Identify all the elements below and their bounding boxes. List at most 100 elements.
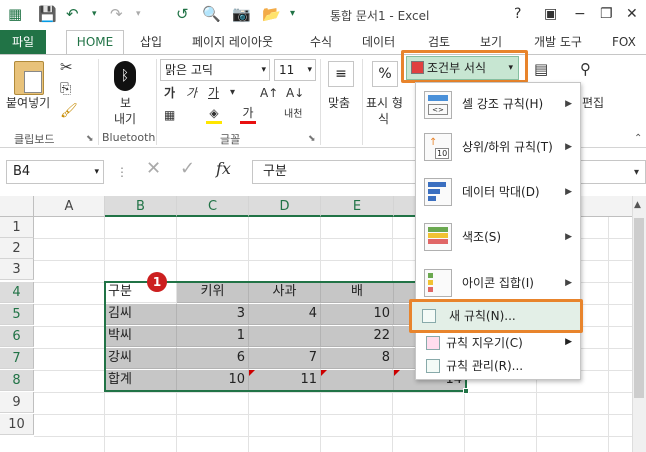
help-button[interactable]: ? bbox=[514, 4, 521, 24]
column-header[interactable]: D bbox=[249, 196, 321, 217]
italic-button[interactable]: 가 bbox=[186, 85, 197, 101]
undo-dropdown-icon[interactable]: ▾ bbox=[92, 4, 97, 24]
percent-button[interactable]: % bbox=[372, 61, 398, 87]
scrollbar-thumb[interactable] bbox=[634, 218, 644, 398]
print-preview-icon[interactable]: 🔍 bbox=[202, 4, 221, 24]
fill-color-icon[interactable]: ◈ bbox=[206, 105, 222, 124]
menu-item-data-bars[interactable]: 데이터 막대(D) ▶ bbox=[416, 173, 580, 211]
scroll-up-icon[interactable]: ▲ bbox=[634, 200, 641, 210]
row-header[interactable]: 8 bbox=[0, 370, 34, 391]
row-header[interactable]: 9 bbox=[0, 392, 34, 413]
row-header[interactable]: 3 bbox=[0, 259, 34, 280]
chevron-right-icon: ▶ bbox=[565, 142, 572, 152]
font-group-label: 글꼴 bbox=[220, 133, 241, 146]
close-button[interactable]: ✕ bbox=[626, 4, 638, 24]
number-format-label-2[interactable]: 식 bbox=[378, 111, 389, 127]
tab-file[interactable]: 파일 bbox=[0, 30, 46, 54]
tab-data[interactable]: 데이터 bbox=[362, 33, 395, 51]
clipboard-launcher-icon[interactable]: ⬊ bbox=[86, 131, 94, 147]
collapse-ribbon-icon[interactable]: ⌃ bbox=[634, 131, 642, 147]
border-icon[interactable]: ▦ bbox=[164, 107, 175, 123]
row-header[interactable]: 7 bbox=[0, 348, 34, 369]
align-icon[interactable]: ≡ bbox=[328, 61, 354, 87]
camera-icon[interactable]: 📷 bbox=[232, 4, 251, 24]
ribbon-tabs: 파일 HOME 삽입 페이지 레이아웃 수식 데이터 검토 보기 개발 도구 F… bbox=[0, 30, 646, 55]
tab-developer[interactable]: 개발 도구 bbox=[534, 33, 582, 51]
fill-handle[interactable] bbox=[463, 388, 469, 394]
expand-formula-icon[interactable]: ▾ bbox=[634, 165, 639, 181]
format-painter-icon[interactable]: 🖌 bbox=[60, 103, 78, 119]
menu-item-highlight-cells[interactable]: <> 셀 강조 규칙(H) ▶ bbox=[416, 87, 580, 123]
name-box[interactable]: B4 ▾ bbox=[6, 160, 104, 184]
redo-dropdown-icon: ▾ bbox=[136, 9, 141, 19]
bold-button[interactable]: 가 bbox=[164, 85, 175, 101]
menu-item-label: 색조(S) bbox=[462, 230, 502, 244]
paste-button-label[interactable]: 붙여넣기 bbox=[6, 95, 50, 111]
tab-fox[interactable]: FOX bbox=[612, 33, 636, 51]
tab-home[interactable]: HOME bbox=[66, 30, 124, 55]
manage-rules-icon bbox=[426, 359, 440, 373]
restore-button[interactable]: ❐ bbox=[600, 4, 613, 24]
row-header[interactable]: 5 bbox=[0, 304, 34, 325]
tab-formulas[interactable]: 수식 bbox=[310, 33, 332, 51]
open-folder-icon[interactable]: 📂 bbox=[262, 4, 281, 24]
font-grow-icon[interactable]: A↑ bbox=[260, 85, 278, 101]
row-header[interactable]: 1 bbox=[0, 217, 34, 238]
font-size-select[interactable]: 11 ▾ bbox=[274, 59, 316, 81]
cut-icon[interactable]: ✂ bbox=[60, 59, 73, 75]
data-bars-icon bbox=[424, 178, 452, 206]
align-group-label[interactable]: 맞춤 bbox=[328, 95, 350, 111]
minimize-button[interactable]: − bbox=[574, 4, 586, 24]
copy-icon[interactable]: ⎘ bbox=[60, 81, 71, 97]
tab-insert[interactable]: 삽입 bbox=[140, 33, 162, 51]
select-all-corner[interactable] bbox=[0, 196, 34, 217]
row-header[interactable]: 4 bbox=[0, 282, 34, 303]
column-header[interactable]: A bbox=[34, 196, 105, 217]
font-name-value: 맑은 고딕 bbox=[165, 63, 213, 77]
row-header[interactable]: 10 bbox=[0, 414, 34, 435]
save-icon[interactable]: 💾 bbox=[38, 4, 57, 24]
bluetooth-icon[interactable]: ᛒ bbox=[114, 61, 136, 91]
font-color-button[interactable]: 가 bbox=[240, 105, 256, 124]
menu-item-clear-rules[interactable]: 규칙 지우기(C) ▶ bbox=[416, 333, 580, 355]
font-shrink-icon[interactable]: A↓ bbox=[286, 85, 304, 101]
menu-item-color-scales[interactable]: 색조(S) ▶ bbox=[416, 217, 580, 257]
tab-page-layout[interactable]: 페이지 레이아웃 bbox=[192, 33, 273, 51]
find-binoculars-icon[interactable]: ⚲ bbox=[580, 61, 591, 77]
undo-icon[interactable]: ↶ bbox=[66, 4, 79, 24]
font-launcher-icon[interactable]: ⬊ bbox=[308, 131, 316, 147]
customize-qat-icon[interactable]: ▾ bbox=[290, 4, 295, 24]
menu-item-label: 데이터 막대(D) bbox=[462, 185, 540, 199]
row-header[interactable]: 6 bbox=[0, 326, 34, 347]
phonetic-button[interactable]: 내천 bbox=[284, 107, 302, 123]
cancel-icon[interactable]: ✕ bbox=[146, 160, 161, 178]
excel-logo-icon: ▦ bbox=[8, 5, 23, 23]
step-badge: 1 bbox=[147, 272, 167, 292]
menu-item-icon-sets[interactable]: 아이콘 집합(I) ▶ bbox=[416, 263, 580, 303]
chevron-down-icon[interactable]: ▾ bbox=[230, 85, 235, 101]
underline-button[interactable]: 가 bbox=[208, 85, 219, 101]
font-name-select[interactable]: 맑은 고딕 ▾ bbox=[160, 59, 270, 81]
number-format-label-1[interactable]: 표시 형 bbox=[366, 95, 403, 111]
enter-icon[interactable]: ✓ bbox=[180, 160, 195, 178]
row-header[interactable]: 2 bbox=[0, 238, 34, 259]
menu-item-label: 규칙 관리(R)... bbox=[446, 359, 524, 373]
menu-item-manage-rules[interactable]: 규칙 관리(R)... bbox=[416, 356, 580, 378]
ribbon-display-icon[interactable]: ▣ bbox=[544, 4, 557, 24]
top-bottom-rules-icon: ↑ 10 bbox=[424, 133, 452, 161]
insert-function-button[interactable]: fx bbox=[216, 161, 231, 177]
menu-item-top-bottom[interactable]: ↑ 10 상위/하위 규칙(T) ▶ bbox=[416, 127, 580, 167]
column-header[interactable]: E bbox=[321, 196, 394, 217]
column-header[interactable]: C bbox=[177, 196, 249, 217]
format-as-table-icon[interactable]: ▤ bbox=[534, 61, 548, 77]
editing-label[interactable]: 편집 bbox=[582, 95, 604, 111]
menu-item-new-rule[interactable]: 새 규칙(N)... bbox=[409, 299, 583, 333]
chevron-down-icon: ▾ bbox=[307, 65, 312, 75]
column-header[interactable]: B bbox=[105, 196, 177, 217]
tab-view[interactable]: 보기 bbox=[480, 33, 502, 51]
refresh-icon[interactable]: ↺ bbox=[176, 4, 189, 24]
tab-review[interactable]: 검토 bbox=[428, 33, 450, 51]
more-icon: ⋮ bbox=[116, 165, 128, 179]
name-box-value: B4 bbox=[13, 164, 31, 179]
highlight-cells-icon: <> bbox=[424, 91, 452, 119]
